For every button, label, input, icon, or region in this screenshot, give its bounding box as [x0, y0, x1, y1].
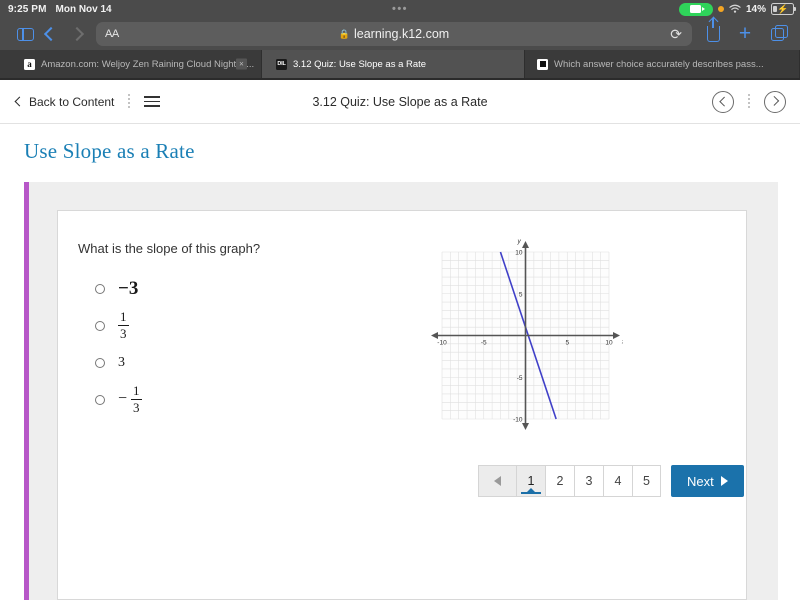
circle-chevron-right-icon[interactable]	[764, 90, 786, 113]
radio-button[interactable]	[95, 283, 105, 294]
pagination-page-2[interactable]: 2	[545, 465, 574, 497]
fraction-numerator: 1	[120, 309, 127, 325]
status-date: Mon Nov 14	[55, 3, 112, 15]
svg-text:-5: -5	[517, 375, 523, 382]
address-bar[interactable]: AA 🔒 learning.k12.com ⟳	[96, 22, 692, 46]
svg-text:5: 5	[565, 340, 569, 347]
next-button[interactable]: Next	[671, 465, 744, 497]
lesson-title: Use Slope as a Rate	[24, 139, 195, 163]
amazon-favicon: a	[24, 58, 35, 70]
status-indicators: 14% ⚡	[678, 2, 796, 16]
back-to-content-button[interactable]: Back to Content	[14, 94, 115, 109]
triangle-left-icon	[494, 476, 501, 486]
new-tab-plus-icon[interactable]: +	[732, 22, 758, 46]
pagination-page-4[interactable]: 4	[603, 465, 632, 497]
k12-favicon: DIL	[276, 58, 287, 70]
lesson-nav-header: Back to Content 3.12 Quiz: Use Slope as …	[0, 80, 800, 124]
answer-choice-b[interactable]: 1 3	[95, 307, 142, 344]
back-to-content-label: Back to Content	[29, 94, 115, 109]
graph-svg: -10 -5 5 10 10 5 -5 -10 x y	[431, 238, 626, 430]
tab-title: Which answer choice accurately describes…	[554, 58, 764, 70]
answer-choice-list: −3 1 3 3 − 1 3	[95, 270, 142, 418]
radio-button[interactable]	[95, 394, 105, 405]
app-root: 9:25 PM Mon Nov 14 ••• 14% ⚡ AA 🔒 learni…	[0, 0, 800, 600]
browser-back-icon[interactable]	[38, 22, 64, 46]
ios-status-bar: 9:25 PM Mon Nov 14 ••• 14% ⚡	[0, 0, 800, 18]
triangle-right-icon	[720, 476, 728, 486]
svg-text:-5: -5	[481, 340, 487, 347]
share-icon[interactable]	[700, 18, 726, 46]
powerschool-favicon	[537, 58, 548, 70]
svg-text:x: x	[621, 339, 623, 346]
pagination-page-3[interactable]: 3	[574, 465, 603, 497]
radio-button[interactable]	[95, 357, 105, 368]
question-prompt: What is the slope of this graph?	[78, 241, 261, 256]
answer-label: 1 3	[118, 310, 129, 341]
url-display: 🔒 learning.k12.com	[96, 27, 692, 41]
svg-text:y: y	[517, 238, 522, 245]
orange-privacy-dot-icon	[717, 6, 724, 12]
toolbar-actions: +	[700, 18, 790, 46]
question-card	[57, 210, 747, 600]
purple-accent-bar	[24, 182, 29, 600]
battery-charging-icon: ⚡	[771, 3, 796, 15]
browser-tab[interactable]: Which answer choice accurately describes…	[525, 50, 800, 78]
answer-choice-d[interactable]: − 1 3	[95, 381, 142, 418]
status-time: 9:25 PM	[8, 3, 47, 15]
fraction: 1 3	[118, 310, 129, 341]
browser-toolbar: AA 🔒 learning.k12.com ⟳ +	[0, 18, 800, 50]
pagination-prev-button[interactable]	[478, 465, 516, 497]
next-button-label: Next	[687, 473, 714, 489]
svg-text:5: 5	[519, 291, 523, 298]
answer-choice-a[interactable]: −3	[95, 270, 142, 307]
radio-button[interactable]	[95, 320, 105, 331]
chevron-left-icon	[14, 96, 25, 107]
fraction-denominator: 3	[133, 400, 140, 416]
svg-text:-10: -10	[437, 340, 447, 347]
pagination: 1 2 3 4 5 Next	[478, 465, 744, 497]
wifi-icon	[729, 4, 741, 14]
camera-recording-icon	[678, 2, 713, 16]
answer-choice-c[interactable]: 3	[95, 344, 142, 381]
sidebar-icon[interactable]	[12, 22, 38, 46]
battery-percent-label: 14%	[745, 3, 766, 15]
pagination-page-1[interactable]: 1	[516, 465, 545, 497]
lesson-nav-controls	[712, 90, 786, 113]
tab-close-icon[interactable]: ×	[236, 58, 247, 70]
fraction: 1 3	[131, 384, 142, 415]
page-title: 3.12 Quiz: Use Slope as a Rate	[312, 94, 488, 109]
circle-chevron-left-icon[interactable]	[712, 90, 734, 113]
fraction-numerator: 1	[133, 383, 140, 399]
browser-forward-icon[interactable]	[64, 22, 90, 46]
fraction-denominator: 3	[120, 326, 127, 342]
svg-text:-10: -10	[513, 417, 523, 424]
pagination-page-5[interactable]: 5	[632, 465, 661, 497]
answer-label: −3	[118, 277, 139, 299]
minus-sign: −	[118, 390, 128, 408]
multitasking-dots-icon[interactable]: •••	[392, 4, 408, 15]
divider-dots	[128, 93, 131, 110]
hamburger-menu-icon[interactable]	[144, 95, 161, 108]
browser-tab[interactable]: a Amazon.com: Weljoy Zen Raining Cloud N…	[0, 50, 262, 78]
tab-strip: a Amazon.com: Weljoy Zen Raining Cloud N…	[0, 50, 800, 80]
tabs-overview-icon[interactable]	[764, 22, 790, 46]
svg-text:10: 10	[515, 250, 523, 257]
answer-label: 3	[118, 354, 125, 370]
svg-text:10: 10	[605, 340, 613, 347]
coordinate-graph: -10 -5 5 10 10 5 -5 -10 x y	[428, 238, 626, 433]
divider-dots	[748, 93, 750, 110]
tab-title: 3.12 Quiz: Use Slope as a Rate	[293, 58, 427, 70]
answer-label: − 1 3	[118, 384, 142, 415]
lock-icon: 🔒	[338, 28, 350, 39]
tab-title: Amazon.com: Weljoy Zen Raining Cloud Nig…	[41, 58, 255, 70]
url-text: learning.k12.com	[354, 27, 450, 41]
browser-tab-active[interactable]: DIL 3.12 Quiz: Use Slope as a Rate	[262, 50, 525, 78]
